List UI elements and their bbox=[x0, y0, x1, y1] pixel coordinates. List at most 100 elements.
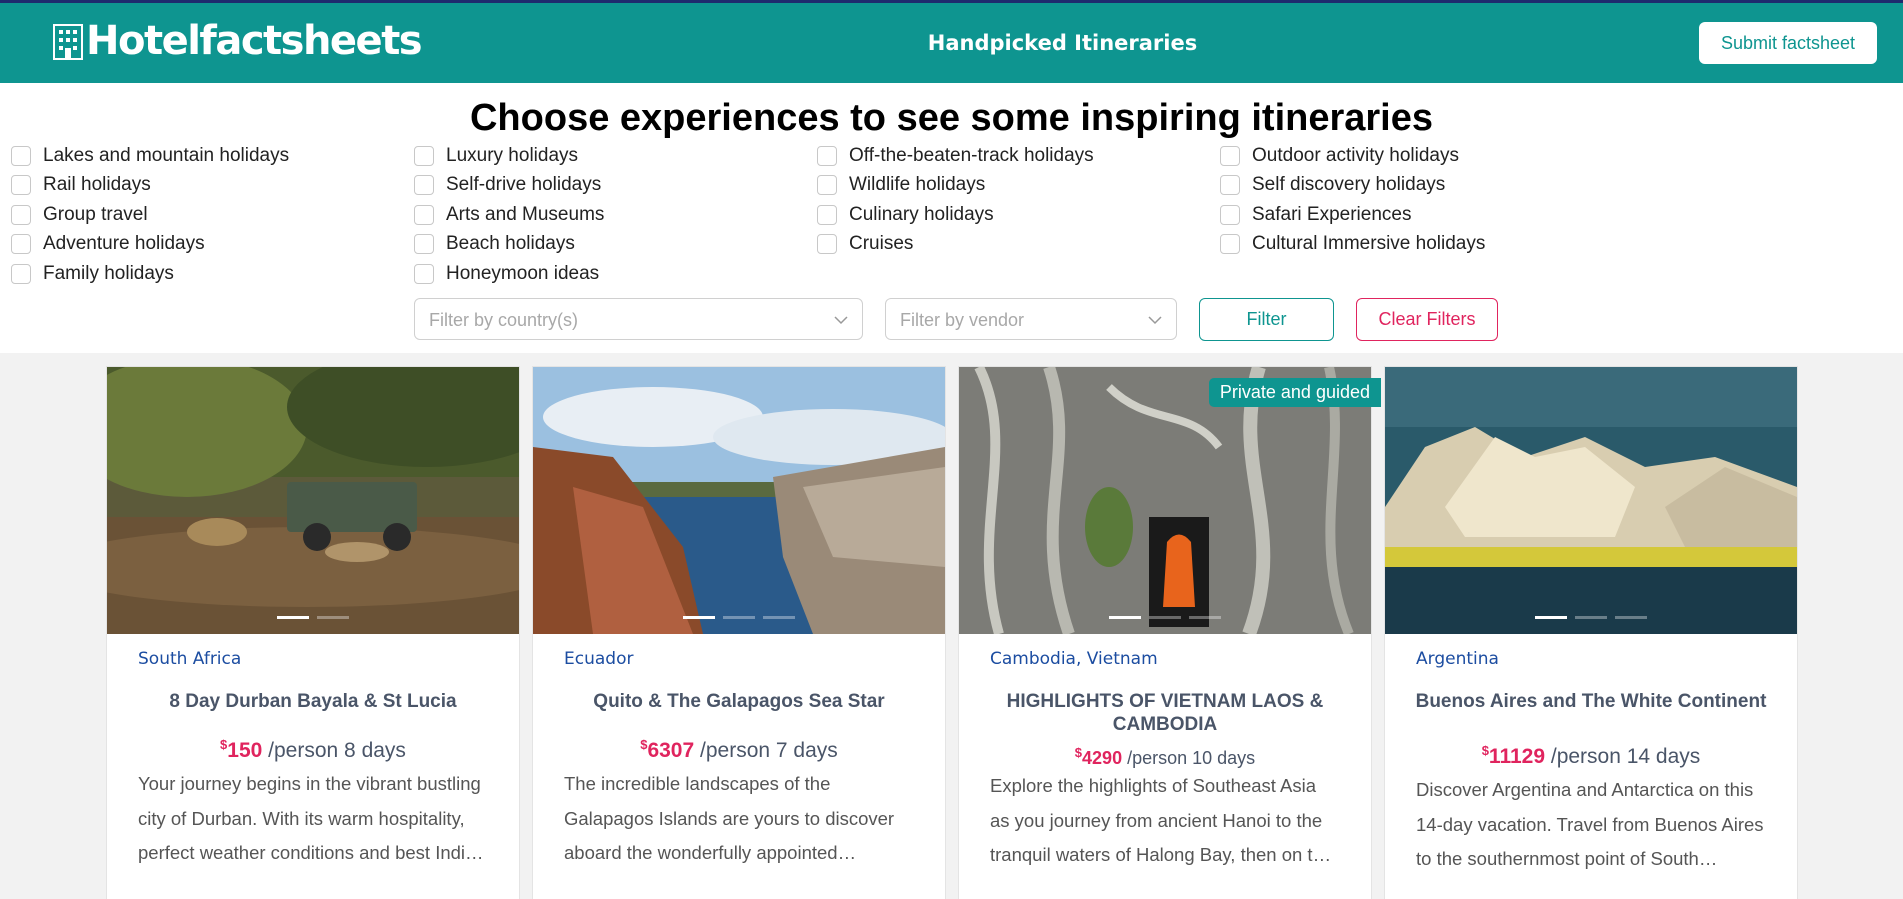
experience-checkbox-honeymoon[interactable]: Honeymoon ideas bbox=[414, 259, 604, 289]
carousel-dot[interactable] bbox=[683, 616, 715, 619]
carousel-dot[interactable] bbox=[1109, 616, 1141, 619]
experience-checkbox-culinary[interactable]: Culinary holidays bbox=[817, 200, 1094, 230]
itinerary-country[interactable]: Ecuador bbox=[564, 649, 633, 669]
checkbox[interactable] bbox=[1220, 145, 1240, 166]
itinerary-title[interactable]: 8 Day Durban Bayala & St Lucia bbox=[127, 690, 499, 713]
experience-checkbox-off-the-beaten-track[interactable]: Off-the-beaten-track holidays bbox=[817, 141, 1094, 171]
itinerary-card[interactable]: Argentina Buenos Aires and The White Con… bbox=[1384, 366, 1798, 899]
checkbox-label: Luxury holidays bbox=[446, 144, 579, 166]
experience-checkbox-rail[interactable]: Rail holidays bbox=[11, 171, 289, 201]
checkbox[interactable] bbox=[11, 175, 31, 196]
checkbox[interactable] bbox=[817, 234, 837, 255]
checkbox[interactable] bbox=[414, 204, 434, 225]
checkbox[interactable] bbox=[817, 175, 837, 196]
itinerary-country[interactable]: South Africa bbox=[138, 649, 241, 669]
checkbox-label: Honeymoon ideas bbox=[446, 262, 600, 284]
checkbox[interactable] bbox=[11, 204, 31, 225]
price-suffix: /person 14 days bbox=[1550, 745, 1701, 768]
site-header: Hotelfactsheets Handpicked Itineraries S… bbox=[0, 0, 1903, 83]
carousel-dots bbox=[533, 616, 945, 619]
itinerary-image[interactable] bbox=[107, 367, 519, 634]
carousel-dot[interactable] bbox=[1189, 616, 1221, 619]
experience-checkbox-outdoor-activity[interactable]: Outdoor activity holidays bbox=[1220, 141, 1485, 171]
description-line: Your journey begins in the vibrant bustl… bbox=[138, 773, 481, 794]
carousel-dot[interactable] bbox=[1615, 616, 1647, 619]
itinerary-card[interactable]: Ecuador Quito & The Galapagos Sea Star $… bbox=[532, 366, 946, 899]
experience-checkbox-wildlife[interactable]: Wildlife holidays bbox=[817, 171, 1094, 201]
checkbox[interactable] bbox=[414, 145, 434, 166]
experience-checkbox-lakes-and-mountain[interactable]: Lakes and mountain holidays bbox=[11, 141, 289, 171]
itinerary-title[interactable]: Buenos Aires and The White Continent bbox=[1405, 690, 1777, 713]
price-amount: 4290 bbox=[1082, 748, 1123, 768]
itinerary-price: $4290 /person 10 days bbox=[959, 745, 1371, 769]
itinerary-price: $6307 /person 7 days bbox=[533, 737, 945, 763]
price-amount: 150 bbox=[227, 739, 263, 762]
carousel-dot[interactable] bbox=[1575, 616, 1607, 619]
experience-checkbox-cruises[interactable]: Cruises bbox=[817, 230, 1094, 260]
checkbox-label: Off-the-beaten-track holidays bbox=[849, 144, 1094, 166]
itinerary-title[interactable]: Quito & The Galapagos Sea Star bbox=[553, 690, 925, 713]
itinerary-country[interactable]: Argentina bbox=[1416, 649, 1499, 669]
checkbox-label: Rail holidays bbox=[43, 174, 151, 196]
checkbox[interactable] bbox=[1220, 204, 1240, 225]
filter-button[interactable]: Filter bbox=[1199, 298, 1334, 341]
carousel-dots bbox=[1385, 616, 1797, 619]
checkbox[interactable] bbox=[414, 263, 434, 284]
checkbox[interactable] bbox=[1220, 234, 1240, 255]
description-line: as you journey from ancient Hanoi to the bbox=[990, 809, 1323, 831]
checkbox-label: Culinary holidays bbox=[849, 203, 994, 225]
carousel-dot[interactable] bbox=[277, 616, 309, 619]
carousel-dot[interactable] bbox=[317, 616, 349, 619]
experience-checkbox-group-travel[interactable]: Group travel bbox=[11, 200, 289, 230]
checkbox-label: Self discovery holidays bbox=[1252, 174, 1446, 196]
carousel-dot[interactable] bbox=[1149, 616, 1181, 619]
carousel-dot[interactable] bbox=[723, 616, 755, 619]
experience-checkbox-beach[interactable]: Beach holidays bbox=[414, 230, 604, 260]
experience-checkbox-self-drive[interactable]: Self-drive holidays bbox=[414, 171, 604, 201]
checkbox[interactable] bbox=[11, 263, 31, 284]
carousel-dot[interactable] bbox=[763, 616, 795, 619]
header-title[interactable]: Handpicked Itineraries bbox=[0, 31, 1903, 55]
price-suffix: /person 7 days bbox=[700, 739, 838, 762]
experience-checkbox-arts-and-museums[interactable]: Arts and Museums bbox=[414, 200, 604, 230]
experience-column-3: Off-the-beaten-track holidays Wildlife h… bbox=[817, 141, 1094, 259]
price-amount: 11129 bbox=[1488, 745, 1546, 768]
experience-checkbox-safari[interactable]: Safari Experiences bbox=[1220, 200, 1485, 230]
description-line: Galapagos Islands are yours to discover bbox=[564, 807, 895, 829]
description-line: 14-day vacation. Travel from Buenos Aire… bbox=[1416, 813, 1764, 835]
experience-checkbox-luxury[interactable]: Luxury holidays bbox=[414, 141, 604, 171]
checkbox-label: Self-drive holidays bbox=[446, 174, 602, 196]
submit-factsheet-button[interactable]: Submit factsheet bbox=[1699, 22, 1877, 64]
itinerary-price: $150 /person 8 days bbox=[107, 737, 519, 763]
experience-column-4: Outdoor activity holidays Self discovery… bbox=[1220, 141, 1485, 259]
itinerary-image[interactable] bbox=[1385, 367, 1797, 634]
itinerary-card[interactable]: South Africa 8 Day Durban Bayala & St Lu… bbox=[106, 366, 520, 899]
itinerary-description: The incredible landscapes of the Galapag… bbox=[564, 767, 914, 871]
checkbox[interactable] bbox=[1220, 175, 1240, 196]
experience-checkbox-self-discovery[interactable]: Self discovery holidays bbox=[1220, 171, 1485, 201]
temple-photo bbox=[959, 367, 1371, 634]
checkbox[interactable] bbox=[414, 234, 434, 255]
country-filter-select[interactable]: Filter by country(s) bbox=[414, 298, 863, 340]
clear-filters-button[interactable]: Clear Filters bbox=[1356, 298, 1498, 341]
itinerary-image[interactable] bbox=[959, 367, 1371, 634]
itinerary-country[interactable]: Cambodia, Vietnam bbox=[990, 649, 1158, 669]
itinerary-image[interactable] bbox=[533, 367, 945, 634]
carousel-dot[interactable] bbox=[1535, 616, 1567, 619]
vendor-filter-select[interactable]: Filter by vendor bbox=[885, 298, 1177, 340]
itinerary-card[interactable]: Private and guided Cambodia, Vietnam HIG… bbox=[958, 366, 1381, 899]
price-suffix: /person 10 days bbox=[1127, 748, 1256, 768]
checkbox[interactable] bbox=[817, 204, 837, 225]
experience-checkbox-family[interactable]: Family holidays bbox=[11, 259, 289, 289]
itinerary-description: Discover Argentina and Antarctica on thi… bbox=[1416, 773, 1766, 877]
safari-photo bbox=[107, 367, 519, 634]
itinerary-description: Explore the highlights of Southeast Asia… bbox=[990, 769, 1340, 873]
checkbox[interactable] bbox=[817, 145, 837, 166]
itinerary-title[interactable]: HIGHLIGHTS OF VIETNAM LAOS & CAMBODIA bbox=[979, 690, 1351, 736]
checkbox[interactable] bbox=[414, 175, 434, 196]
checkbox[interactable] bbox=[11, 234, 31, 255]
experience-checkbox-cultural-immersive[interactable]: Cultural Immersive holidays bbox=[1220, 230, 1485, 260]
description-line: to the southernmost point of South… bbox=[1416, 848, 1718, 869]
checkbox[interactable] bbox=[11, 145, 31, 166]
experience-checkbox-adventure[interactable]: Adventure holidays bbox=[11, 230, 289, 260]
